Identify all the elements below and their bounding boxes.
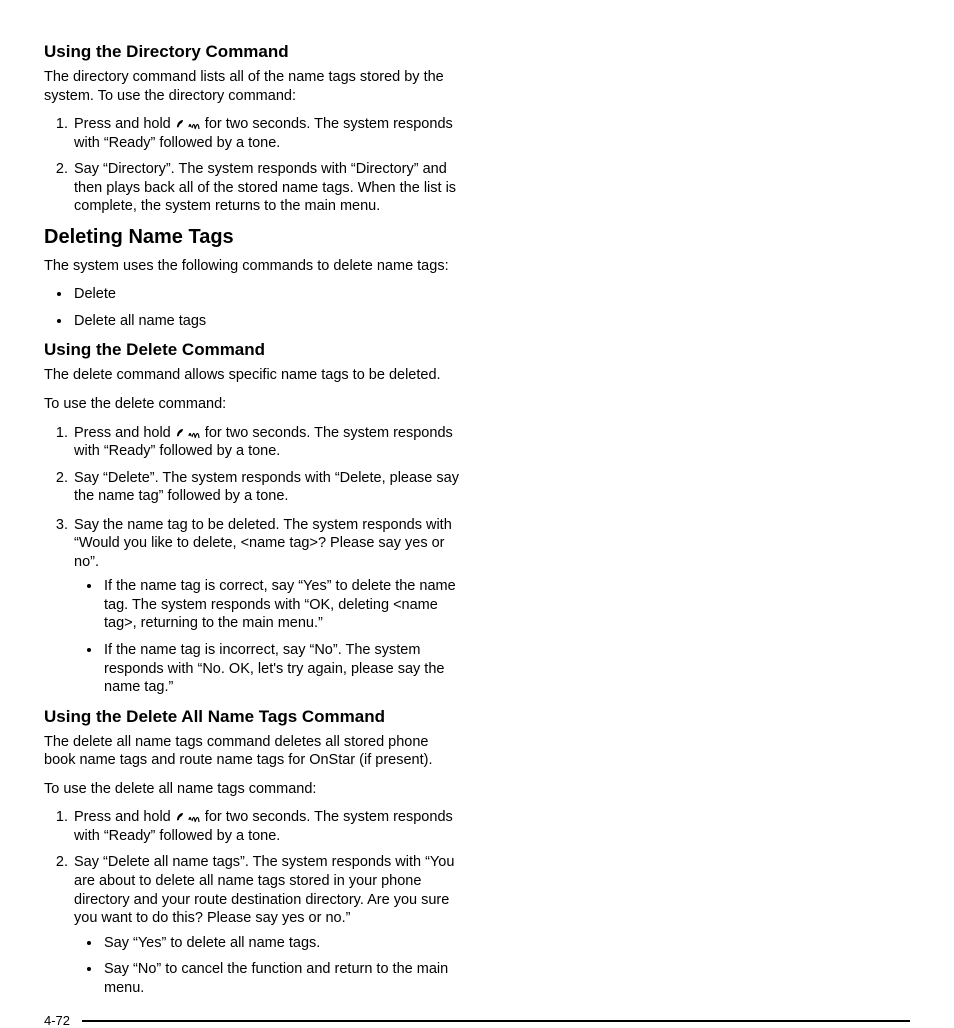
phone-voice-icon <box>175 425 201 439</box>
para-deleting-intro: The system uses the following commands t… <box>44 257 460 276</box>
step-text: Say the name tag to be deleted. The syst… <box>74 517 452 570</box>
page-footer: 4-72 <box>44 1007 910 1028</box>
steps-delete-all: Press and hold for two seconds. The syst… <box>44 808 460 997</box>
para-directory-intro: The directory command lists all of the n… <box>44 68 460 105</box>
list-item: Say “No” to cancel the function and retu… <box>102 960 460 997</box>
list-delete-commands: Delete Delete all name tags <box>44 285 460 330</box>
step-text-pre: Press and hold <box>74 425 175 441</box>
step: Press and hold for two seconds. The syst… <box>72 424 460 461</box>
steps-delete-continued: Say the name tag to be deleted. The syst… <box>44 516 460 697</box>
list-item: Say “Yes” to delete all name tags. <box>102 934 460 953</box>
step: Press and hold for two seconds. The syst… <box>72 115 460 152</box>
para-delete-intro2: To use the delete command: <box>44 395 460 414</box>
steps-delete: Press and hold for two seconds. The syst… <box>44 424 460 506</box>
heading-deleting-name-tags: Deleting Name Tags <box>44 226 460 249</box>
list-item: Delete all name tags <box>72 312 460 331</box>
step-text-pre: Press and hold <box>74 809 175 825</box>
step: Say the name tag to be deleted. The syst… <box>72 516 460 697</box>
heading-using-delete: Using the Delete Command <box>44 340 460 360</box>
list-item: If the name tag is incorrect, say “No”. … <box>102 641 460 697</box>
manual-page: Using the Directory Command The director… <box>0 0 954 638</box>
heading-using-directory: Using the Directory Command <box>44 42 460 62</box>
step: Press and hold for two seconds. The syst… <box>72 808 460 845</box>
phone-voice-icon <box>175 809 201 823</box>
list-item: If the name tag is correct, say “Yes” to… <box>102 577 460 633</box>
step-text-pre: Press and hold <box>74 116 175 132</box>
sub-list: If the name tag is correct, say “Yes” to… <box>74 577 460 696</box>
step: Say “Delete all name tags”. The system r… <box>72 853 460 997</box>
phone-voice-icon <box>175 116 201 130</box>
heading-using-delete-all: Using the Delete All Name Tags Command <box>44 707 460 727</box>
para-delete-all-2: To use the delete all name tags command: <box>44 780 460 799</box>
para-delete-intro1: The delete command allows specific name … <box>44 366 460 385</box>
footer-rule <box>82 1020 910 1022</box>
list-item: Delete <box>72 285 460 304</box>
step: Say “Delete”. The system responds with “… <box>72 469 460 506</box>
step-text: Say “Delete all name tags”. The system r… <box>74 854 454 926</box>
two-column-body: Using the Directory Command The director… <box>44 36 910 1007</box>
step: Say “Directory”. The system responds wit… <box>72 160 460 216</box>
para-delete-all-1: The delete all name tags command deletes… <box>44 733 460 770</box>
steps-directory: Press and hold for two seconds. The syst… <box>44 115 460 216</box>
page-number: 4-72 <box>44 1013 70 1028</box>
sub-list: Say “Yes” to delete all name tags. Say “… <box>74 934 460 998</box>
